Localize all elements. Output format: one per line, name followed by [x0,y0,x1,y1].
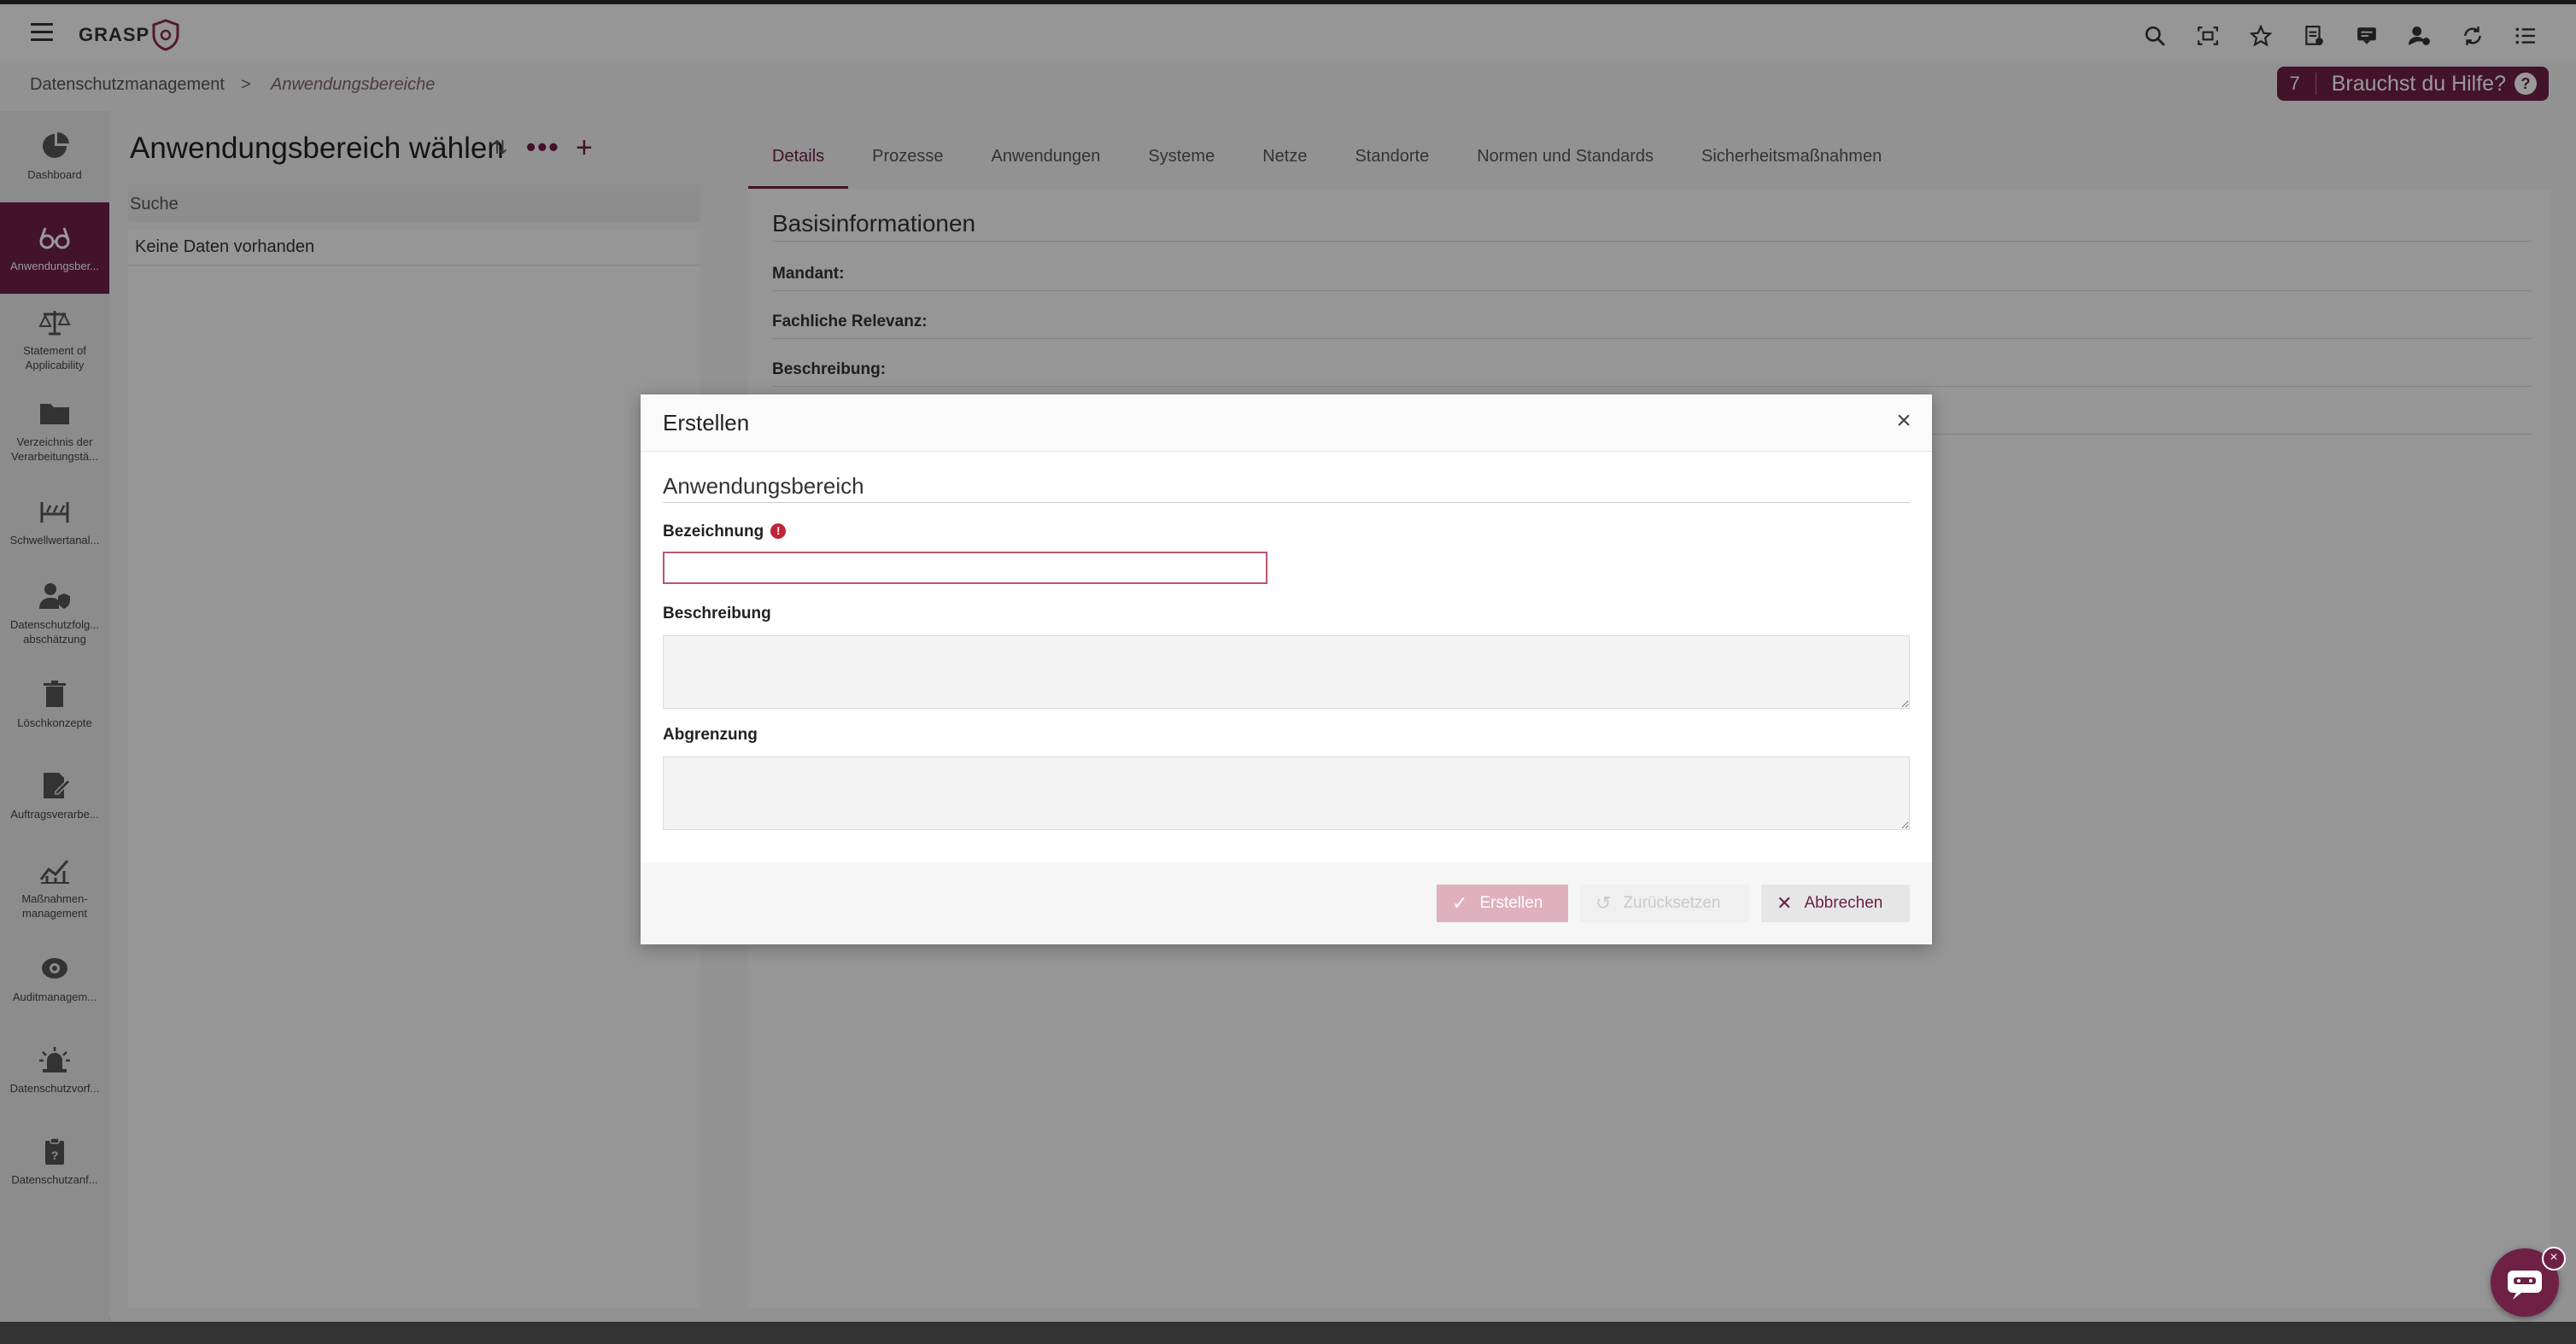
check-icon: ✓ [1452,892,1468,914]
bezeichnung-label-text: Bezeichnung [663,523,764,541]
beschreibung-textarea[interactable] [663,635,1910,709]
abgrenzung-label: Abgrenzung [663,726,758,744]
abgrenzung-textarea[interactable] [663,757,1910,830]
app-root: GRASP Datenschutzmanagement > Anwendungs… [0,0,2576,1344]
bottom-strip [0,1322,2576,1344]
chatbot-close-icon[interactable]: × [2542,1247,2566,1271]
beschreibung-label: Beschreibung [663,605,771,622]
reset-button[interactable]: ↺ Zurücksetzen [1580,885,1749,922]
required-icon: ! [770,523,787,539]
form-section-title: Anwendungsbereich [663,473,864,499]
cancel-button[interactable]: ✕ Abbrechen [1761,885,1910,922]
close-icon: ✕ [1777,892,1793,914]
close-icon[interactable]: × [1891,408,1917,434]
create-dialog: Erstellen × Anwendungsbereich Bezeichnun… [641,394,1932,944]
undo-icon: ↺ [1595,892,1612,914]
divider [663,502,1910,503]
bezeichnung-input[interactable] [663,552,1268,584]
create-button-label: Erstellen [1479,894,1543,912]
dialog-footer: ✓ Erstellen ↺ Zurücksetzen ✕ Abbrechen [641,862,1932,944]
cancel-button-label: Abbrechen [1804,894,1883,912]
bezeichnung-label: Bezeichnung! [663,523,787,541]
dialog-header: Erstellen × [641,394,1932,452]
reset-button-label: Zurücksetzen [1623,894,1721,912]
dialog-title: Erstellen [663,410,750,435]
create-button[interactable]: ✓ Erstellen [1437,885,1568,922]
